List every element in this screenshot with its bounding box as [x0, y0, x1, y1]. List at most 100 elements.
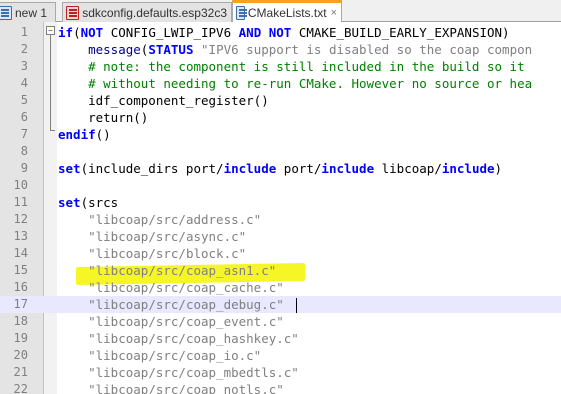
code-line[interactable]: 20 "libcoap/src/coap_io.c": [0, 347, 561, 364]
tab-sdkconfig[interactable]: sdkconfig.defaults.esp32c3: [62, 2, 232, 22]
line-text: message(STATUS "IPV6 support is disabled…: [58, 41, 532, 58]
line-number: 10: [13, 178, 28, 192]
line-text: endif(): [58, 126, 111, 143]
line-number: 5: [20, 93, 28, 107]
code-token: (): [95, 127, 111, 142]
line-number: 9: [20, 161, 28, 175]
code-token: "libcoap/src/coap_io.c": [88, 348, 262, 363]
line-text: set(include_dirs port/include port/inclu…: [58, 160, 502, 177]
file-icon: [0, 5, 12, 20]
code-line[interactable]: 19 "libcoap/src/coap_hashkey.c": [0, 330, 561, 347]
line-text: "libcoap/src/coap_cache.c": [58, 279, 284, 296]
code-line[interactable]: 8: [0, 143, 561, 160]
tab-new-1[interactable]: new 1: [0, 2, 56, 22]
code-token: # note: the component is still included …: [88, 59, 525, 74]
code-token: "libcoap/src/coap_debug.c": [88, 297, 284, 312]
code-token: set: [58, 161, 81, 176]
code-token: "libcoap/src/coap_event.c": [88, 314, 284, 329]
file-icon: [236, 5, 247, 20]
code-token: "libcoap/src/coap_hashkey.c": [88, 331, 299, 346]
line-text: "libcoap/src/coap_event.c": [58, 313, 284, 330]
code-line[interactable]: 10: [0, 177, 561, 194]
code-line[interactable]: 15 "libcoap/src/coap_asn1.c": [0, 262, 561, 279]
line-number: 11: [13, 195, 28, 209]
code-line[interactable]: 4 # without needing to re-run CMake. How…: [0, 75, 561, 92]
line-text: "libcoap/src/coap_debug.c": [58, 296, 284, 313]
code-token: return(): [58, 110, 149, 125]
line-text: # without needing to re-run CMake. Howev…: [58, 75, 532, 92]
code-token: port/: [276, 161, 322, 176]
code-line[interactable]: 1 if(NOT CONFIG_LWIP_IPV6 AND NOT CMAKE_B…: [0, 24, 561, 41]
code-token: message: [88, 42, 141, 57]
code-line[interactable]: 5 idf_component_register(): [0, 92, 561, 109]
code-line[interactable]: 22 "libcoap/src/coap_notls.c": [0, 381, 561, 394]
code-line[interactable]: 11 set(srcs: [0, 194, 561, 211]
line-number: 1: [20, 25, 28, 39]
line-number: 7: [20, 127, 28, 141]
code-line[interactable]: 12 "libcoap/src/address.c": [0, 211, 561, 228]
line-text: "libcoap/src/coap_mbedtls.c": [58, 364, 299, 381]
code-token: "libcoap/src/address.c": [88, 212, 262, 227]
line-text: idf_component_register(): [58, 92, 269, 109]
code-token: NOT: [80, 25, 104, 40]
code-token: "libcoap/src/coap_notls.c": [88, 382, 284, 394]
code-token: include: [441, 161, 495, 176]
close-icon[interactable]: ×: [331, 7, 337, 18]
code-line[interactable]: 16 "libcoap/src/coap_cache.c": [0, 279, 561, 296]
code-token: ): [494, 161, 503, 176]
line-text: # note: the component is still included …: [58, 58, 525, 75]
code-line[interactable]: 9 set(include_dirs port/include port/incl…: [0, 160, 561, 177]
code-token: libcoap/: [374, 161, 442, 176]
code-line[interactable]: 18 "libcoap/src/coap_event.c": [0, 313, 561, 330]
code-line[interactable]: 3 # note: the component is still include…: [0, 58, 561, 75]
code-line[interactable]: 21 "libcoap/src/coap_mbedtls.c": [0, 364, 561, 381]
modified-file-icon: [66, 5, 80, 20]
line-text: "libcoap/src/coap_asn1.c": [58, 262, 276, 279]
code-token: (include_dirs port/: [80, 161, 224, 176]
code-token: include: [223, 161, 277, 176]
line-text: "libcoap/src/block.c": [58, 245, 246, 262]
line-text: "libcoap/src/coap_io.c": [58, 347, 261, 364]
code-token: CMAKE_BUILD_EARLY_EXPANSION): [291, 25, 510, 40]
line-number: 6: [20, 110, 28, 124]
code-editor[interactable]: − 1 if(NOT CONFIG_LWIP_IPV6 AND NOT CMAKE…: [0, 22, 561, 394]
tab-cmakelists[interactable]: CMakeLists.txt ×: [232, 0, 342, 22]
code-token: "libcoap/src/coap_asn1.c": [88, 263, 277, 278]
tab-label: CMakeLists.txt: [247, 5, 327, 20]
line-text: return(): [58, 109, 148, 126]
line-number: 16: [13, 280, 28, 294]
code-line[interactable]: 17 "libcoap/src/coap_debug.c": [0, 296, 561, 313]
line-text: set(srcs: [58, 194, 118, 211]
code-token: NOT: [268, 25, 292, 40]
line-text: "libcoap/src/coap_notls.c": [58, 381, 284, 394]
line-number: 19: [13, 331, 28, 345]
code-line[interactable]: 2 message(STATUS "IPV6 support is disabl…: [0, 41, 561, 58]
code-token: set: [58, 195, 81, 210]
code-token: if: [58, 25, 74, 40]
code-line[interactable]: 14 "libcoap/src/block.c": [0, 245, 561, 262]
code-line[interactable]: 7 endif(): [0, 126, 561, 143]
line-number: 21: [13, 365, 28, 379]
code-token: include: [321, 161, 375, 176]
line-number: 17: [13, 297, 28, 311]
code-token: # without needing to re-run CMake. Howev…: [88, 76, 533, 91]
code-line[interactable]: 6 return(): [0, 109, 561, 126]
code-token: "libcoap/src/block.c": [88, 246, 247, 261]
line-text: if(NOT CONFIG_LWIP_IPV6 AND NOT CMAKE_BU…: [58, 24, 510, 41]
code-line[interactable]: 13 "libcoap/src/async.c": [0, 228, 561, 245]
line-number: 20: [13, 348, 28, 362]
code-token: "IPV6 support is disabled so the coap co…: [201, 42, 533, 57]
tab-label: sdkconfig.defaults.esp32c3: [82, 5, 227, 20]
